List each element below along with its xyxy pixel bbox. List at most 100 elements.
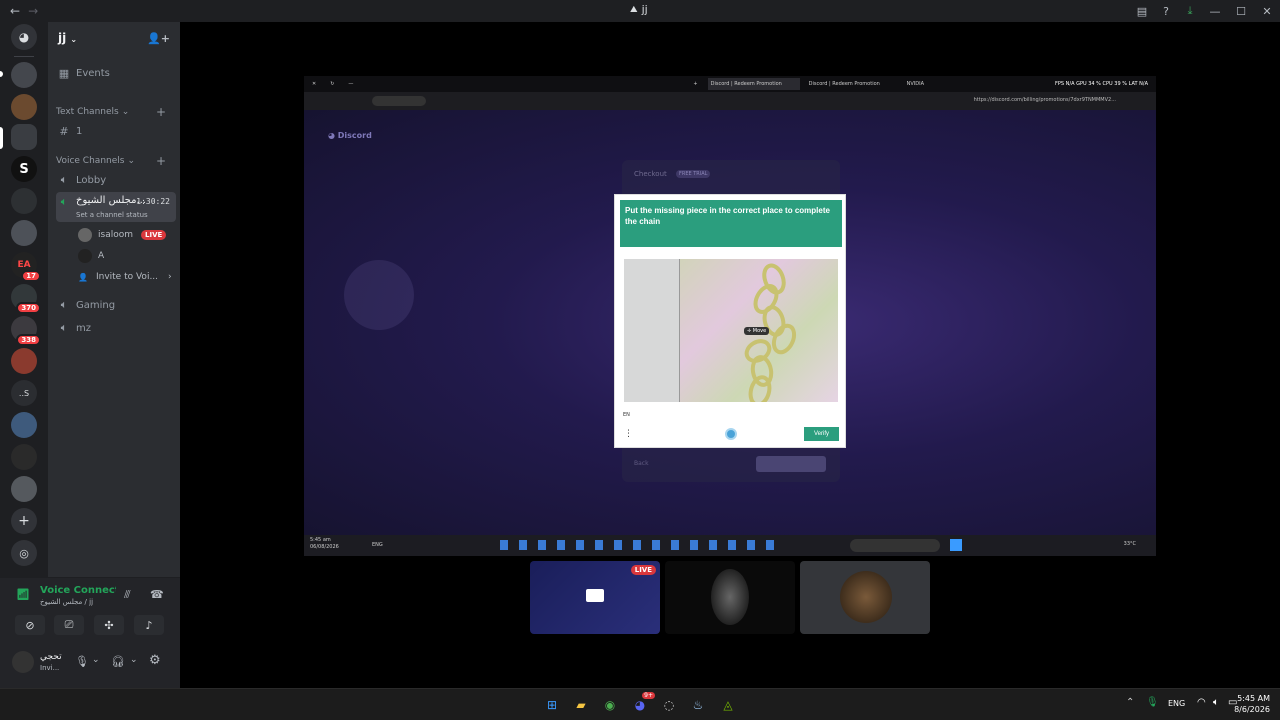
server-icon-jj[interactable]: [11, 124, 37, 150]
chrome-icon[interactable]: ◉: [601, 696, 619, 714]
browser-tab[interactable]: Discord | Redeem Promotion: [806, 78, 898, 90]
screen-share-button[interactable]: ⎚: [54, 615, 84, 635]
language-indicator[interactable]: ENG: [1168, 699, 1185, 708]
voice-channel-gaming[interactable]: 🔈︎ Gaming: [56, 295, 176, 315]
invite-to-voice[interactable]: 👤 Invite to Voi... ›: [78, 268, 172, 286]
file-explorer-icon[interactable]: ▰: [572, 696, 590, 714]
back-link[interactable]: Back: [634, 460, 649, 467]
stream-view[interactable]: ✕ ↻ — + Discord | Redeem Promotion Disco…: [304, 76, 1156, 556]
download-icon[interactable]: ⤓: [1178, 4, 1202, 18]
security-badge[interactable]: [372, 96, 426, 106]
move-handle[interactable]: ✛ Move: [744, 327, 770, 335]
wifi-icon[interactable]: ◠: [1197, 697, 1206, 708]
refresh-icon[interactable]: ↻: [330, 81, 334, 87]
add-server-icon[interactable]: +: [11, 508, 37, 534]
disconnect-icon[interactable]: ☎: [150, 588, 164, 601]
user-avatar[interactable]: [12, 651, 34, 673]
minimize-button[interactable]: —: [1202, 5, 1228, 18]
next-button[interactable]: [756, 456, 826, 472]
perf-overlay: FPS N/A GPU 34 % CPU 39 % LAT N/A: [1055, 81, 1148, 87]
voice-channel-lobby[interactable]: 🔈︎ Lobby: [56, 170, 176, 190]
add-channel-icon[interactable]: +: [156, 154, 166, 168]
volume-icon[interactable]: 🔈︎: [1213, 697, 1219, 708]
text-channel-1[interactable]: # 1: [56, 121, 176, 141]
voice-user-name: isaloom: [98, 230, 133, 240]
server-icon-12[interactable]: [11, 412, 37, 438]
new-tab-icon[interactable]: +: [693, 81, 697, 87]
captcha-image[interactable]: ✛ Move: [624, 259, 838, 402]
discord-home-icon[interactable]: ◕: [11, 24, 37, 50]
browser-address-bar: https://discord.com/billing/promotions/7…: [304, 92, 1156, 110]
server-icon-dots-s[interactable]: ..S: [11, 380, 37, 406]
headphones-icon[interactable]: 🎧︎: [111, 655, 125, 668]
maximize-button[interactable]: ☐: [1228, 5, 1254, 18]
chevron-down-icon[interactable]: ⌄: [130, 655, 138, 665]
windows-start-icon[interactable]: ⊞: [543, 696, 561, 714]
remote-start-icon[interactable]: [950, 539, 962, 551]
steam-icon[interactable]: ♨: [689, 696, 707, 714]
clock-time[interactable]: 5:45 AM: [1237, 694, 1270, 703]
notification-badge: 9+: [642, 692, 655, 699]
participant-tile[interactable]: [800, 561, 930, 634]
participant-tile[interactable]: [665, 561, 795, 634]
server-icon-ea[interactable]: EA 17: [11, 252, 41, 282]
close-button[interactable]: ✕: [1254, 5, 1280, 18]
noise-suppression-icon[interactable]: ⫻: [124, 588, 131, 602]
remote-lang: ENG: [372, 542, 383, 548]
microphone-icon[interactable]: 🎙︎: [1146, 697, 1159, 708]
server-header[interactable]: jj ⌄ 👤+: [48, 22, 180, 54]
url-text[interactable]: https://discord.com/billing/promotions/7…: [974, 97, 1116, 103]
server-icon-6[interactable]: [11, 220, 37, 246]
server-icon-1[interactable]: [11, 62, 37, 88]
browser-tab[interactable]: NVIDIA: [904, 78, 964, 90]
voice-channel-active[interactable]: 🔈︎ مجلس الشيوخ... 1:30:22 Set a channel …: [56, 192, 176, 222]
server-icon-14[interactable]: [11, 476, 37, 502]
minimize-icon[interactable]: —: [348, 81, 353, 87]
server-icon-10[interactable]: [11, 348, 37, 374]
remote-date: 06/08/2026: [310, 543, 339, 550]
voice-status[interactable]: Voice Connected: [40, 585, 116, 596]
voice-location[interactable]: مجلس الشيوخ / jj: [40, 598, 93, 606]
add-channel-icon[interactable]: +: [156, 105, 166, 119]
explore-compass-icon[interactable]: ◎: [11, 540, 37, 566]
stream-thumbnail[interactable]: LIVE: [530, 561, 660, 634]
close-icon[interactable]: ✕: [312, 81, 316, 87]
voice-category[interactable]: Voice Channels ⌄ +: [56, 151, 176, 171]
soundboard-button[interactable]: ♪: [134, 615, 164, 635]
verify-button[interactable]: Verify: [804, 427, 839, 441]
gear-icon[interactable]: ⚙: [149, 653, 161, 668]
forward-arrow-icon[interactable]: →: [28, 4, 38, 18]
clock-date[interactable]: 8/6/2026: [1234, 705, 1270, 714]
server-icon-s[interactable]: S: [11, 156, 37, 182]
server-icon-2[interactable]: [11, 94, 37, 120]
chevron-down-icon[interactable]: ⌄: [92, 655, 100, 665]
more-options-icon[interactable]: ⋮: [624, 429, 633, 439]
activities-button[interactable]: ✣: [94, 615, 124, 635]
camera-off-button[interactable]: ⊘: [15, 615, 45, 635]
inbox-icon[interactable]: ▤: [1130, 5, 1154, 18]
events-item[interactable]: ▦ Events: [56, 63, 176, 83]
app-icon[interactable]: ◌: [660, 696, 678, 714]
server-icon-5[interactable]: [11, 188, 37, 214]
voice-category-label: Voice Channels: [56, 156, 125, 166]
chevron-right-icon: ›: [168, 272, 172, 282]
back-arrow-icon[interactable]: ←: [10, 4, 20, 18]
server-icon-9[interactable]: 338: [11, 316, 41, 346]
voice-user[interactable]: isaloom LIVE: [78, 226, 167, 244]
server-icon-8[interactable]: 370: [11, 284, 41, 314]
user-name[interactable]: تحجي: [40, 652, 62, 662]
voice-channel-mz[interactable]: 🔈︎ mz: [56, 318, 176, 338]
help-icon[interactable]: ?: [1154, 5, 1178, 18]
chevron-up-icon[interactable]: ⌃: [1126, 697, 1134, 708]
add-member-icon[interactable]: 👤+: [147, 32, 170, 45]
browser-tab[interactable]: Discord | Redeem Promotion: [707, 78, 800, 90]
voice-user[interactable]: A: [78, 247, 104, 265]
text-category[interactable]: Text Channels ⌄ +: [56, 102, 176, 122]
microphone-icon[interactable]: 🎙︎: [75, 655, 89, 668]
discord-taskbar-icon[interactable]: ◕ 9+: [631, 692, 655, 714]
server-icon-13[interactable]: [11, 444, 37, 470]
channel-status[interactable]: Set a channel status: [76, 211, 148, 219]
language-selector[interactable]: EN: [623, 412, 630, 418]
remote-search-box[interactable]: [850, 539, 940, 552]
nvidia-icon[interactable]: ◬: [719, 696, 737, 714]
